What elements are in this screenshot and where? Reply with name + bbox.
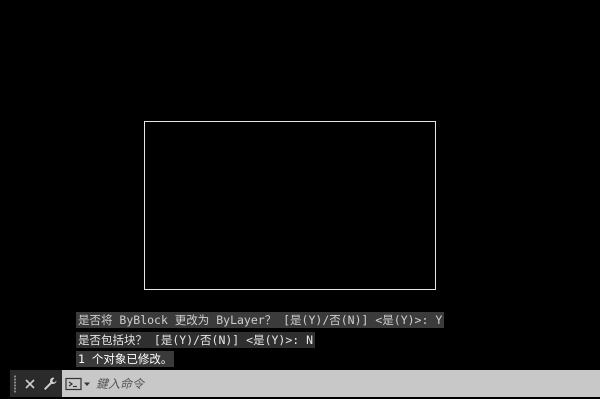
drag-handle[interactable] (10, 370, 20, 397)
command-history-line: 是否将 ByBlock 更改为 ByLayer？ [是(Y)/否(N)] <是(… (76, 312, 445, 328)
cad-window: 是否将 ByBlock 更改为 ByLayer？ [是(Y)/否(N)] <是(… (0, 0, 600, 399)
wrench-icon (44, 377, 57, 390)
grip-dots-icon (13, 374, 17, 393)
command-history-line: 1 个对象已修改。 (76, 351, 175, 367)
command-input[interactable] (92, 372, 600, 395)
customize-button[interactable] (40, 370, 60, 397)
command-input-area[interactable] (62, 370, 600, 397)
command-history-line: 是否包括块？ [是(Y)/否(N)] <是(Y)>: N (76, 332, 316, 348)
command-line-bar (10, 370, 600, 397)
close-command-line-button[interactable] (20, 370, 40, 397)
command-prompt-icon (65, 377, 90, 390)
close-icon (25, 378, 35, 389)
recent-commands-button[interactable] (62, 370, 92, 397)
rectangle-object[interactable] (144, 121, 436, 290)
